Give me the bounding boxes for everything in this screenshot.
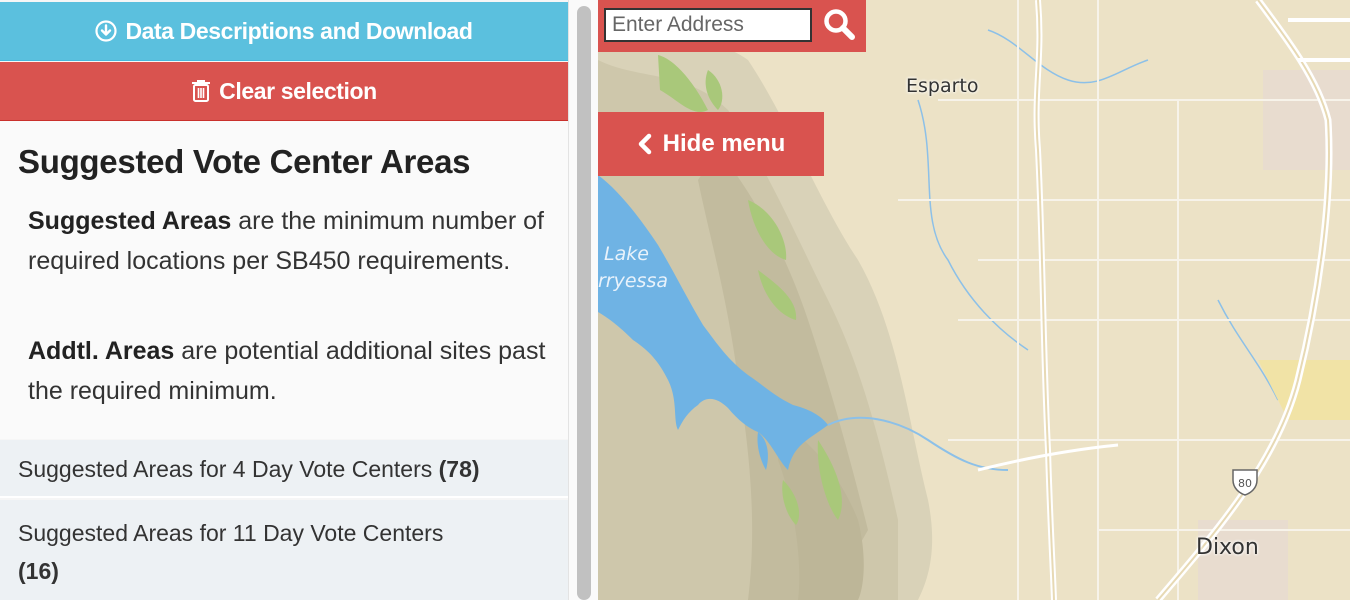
panel-title: Suggested Vote Center Areas (18, 143, 471, 180)
lake-label-name: rryessa (598, 270, 668, 292)
list-item-11-day-vote-centers[interactable]: Suggested Areas for 11 Day Vote Centers (… (0, 500, 568, 600)
search-button[interactable] (818, 6, 860, 46)
place-label-esparto: Esparto (906, 75, 979, 97)
data-download-label: Data Descriptions and Download (125, 17, 473, 44)
trash-icon (191, 79, 211, 103)
clear-selection-label: Clear selection (219, 77, 377, 104)
list-item-count: (78) (438, 456, 480, 482)
sidebar: Data Descriptions and Download Clear sel… (0, 0, 568, 600)
list-item-label: Suggested Areas for 11 Day Vote Centers (18, 520, 444, 546)
interstate-shield-number: 80 (1238, 477, 1252, 490)
hide-menu-label: Hide menu (662, 130, 786, 157)
interstate-shield-icon: 80 (1230, 466, 1260, 496)
suggested-areas-term: Suggested Areas (28, 207, 232, 235)
sidebar-scrollbar-thumb[interactable] (577, 6, 591, 600)
data-download-button[interactable]: Data Descriptions and Download (0, 2, 568, 61)
chevron-left-icon (637, 133, 653, 155)
info-panel: Suggested Vote Center Areas Suggested Ar… (0, 121, 568, 439)
clear-selection-button[interactable]: Clear selection (0, 62, 568, 121)
list-item-label: Suggested Areas for 4 Day Vote Centers (18, 456, 439, 482)
download-circle-icon (95, 20, 118, 42)
list-item-4-day-vote-centers[interactable]: Suggested Areas for 4 Day Vote Centers (… (0, 440, 568, 498)
search-icon (822, 7, 856, 46)
list-item-count: (16) (18, 558, 59, 584)
addtl-areas-term: Addtl. Areas (28, 337, 175, 365)
address-search-input[interactable] (604, 8, 812, 42)
lake-label: Lake (604, 243, 649, 265)
place-label-dixon: Dixon (1196, 535, 1259, 560)
hide-menu-button[interactable]: Hide menu (598, 112, 824, 176)
suggested-areas-description: Suggested Areas are the minimum number o… (28, 201, 548, 281)
addtl-areas-description: Addtl. Areas are potential additional si… (28, 331, 548, 411)
